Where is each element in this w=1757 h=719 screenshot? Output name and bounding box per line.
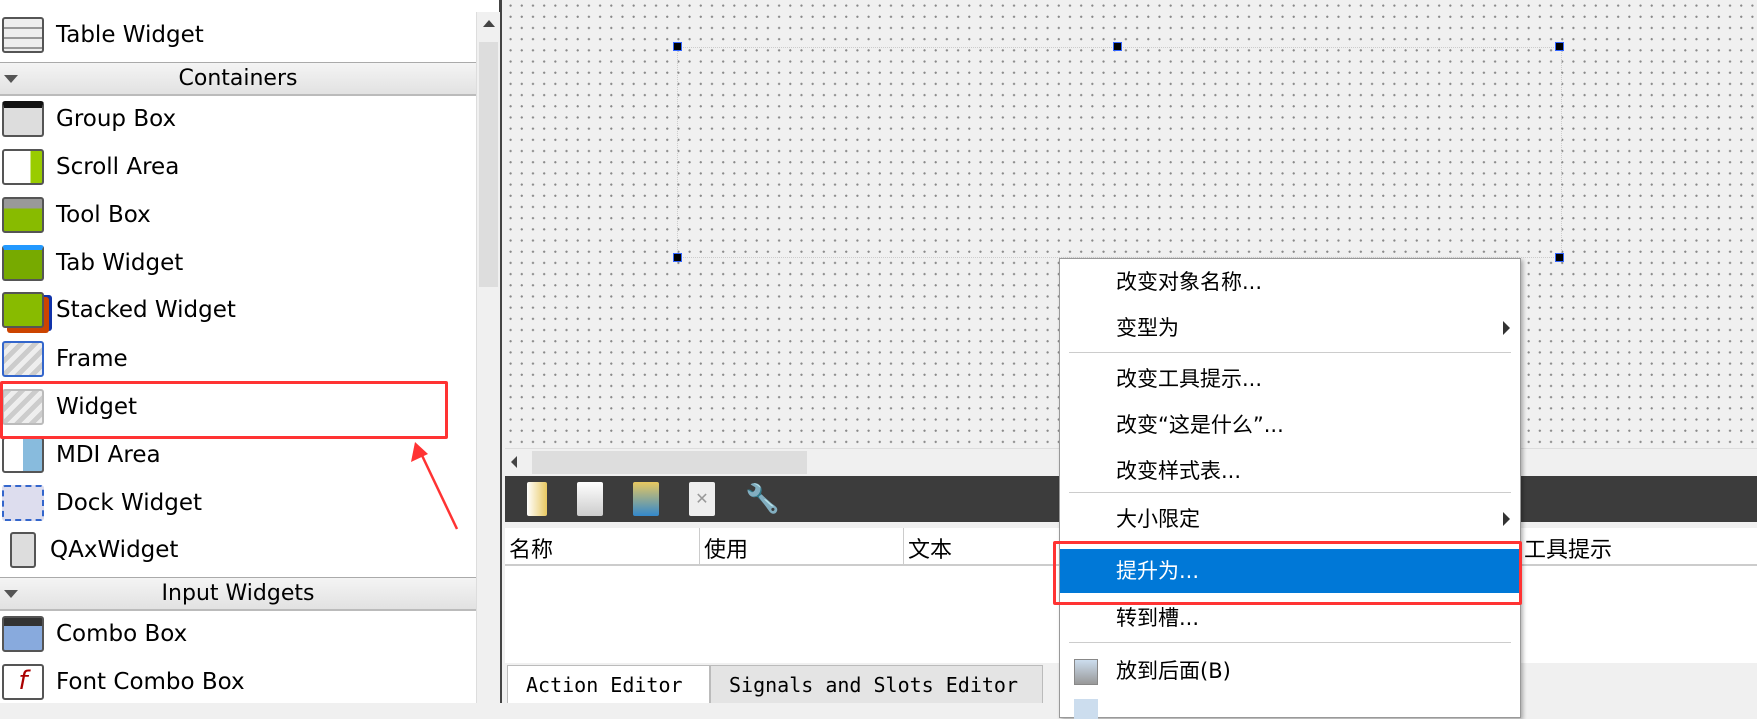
menu-label: 变型为 — [1116, 316, 1179, 340]
annotation-box-promote — [1053, 541, 1522, 605]
widget-box-scrollbar[interactable] — [476, 12, 500, 703]
submenu-arrow-icon — [1503, 512, 1510, 526]
selected-widget[interactable] — [677, 47, 1562, 258]
menu-label: 放到后面(B) — [1116, 659, 1231, 683]
annotation-box-widget — [0, 381, 448, 439]
item-label: QAxWidget — [50, 537, 179, 563]
context-menu: 改变对象名称... 变型为 改变工具提示... 改变“这是什么”... 改变样式… — [1059, 258, 1521, 719]
item-label: Group Box — [56, 106, 177, 132]
menu-item-change-object-name[interactable]: 改变对象名称... — [1060, 260, 1520, 304]
table-widget-icon — [2, 17, 44, 53]
mdi-area-icon — [2, 437, 44, 473]
column-header-tooltip[interactable]: 工具提示 — [1524, 532, 1612, 564]
column-header-name[interactable]: 名称 — [509, 532, 553, 564]
bring-to-front-icon — [1074, 699, 1098, 719]
menu-separator — [1069, 352, 1511, 353]
item-label: Tab Widget — [56, 250, 184, 276]
menu-item-change-stylesheet[interactable]: 改变样式表... — [1060, 449, 1520, 493]
scrollbar-thumb[interactable] — [479, 42, 498, 287]
scroll-up-arrow-icon[interactable] — [483, 20, 495, 27]
delete-action-icon[interactable]: ✕ — [689, 482, 715, 516]
collapse-arrow-icon — [4, 75, 18, 83]
widget-item-combo-box[interactable]: Combo Box — [0, 610, 476, 658]
paste-action-icon[interactable] — [633, 482, 659, 516]
menu-separator — [1069, 642, 1511, 643]
tab-signals-slots-editor[interactable]: Signals and Slots Editor — [710, 665, 1043, 703]
item-label: Font Combo Box — [56, 669, 245, 695]
new-action-icon[interactable] — [527, 482, 547, 516]
widget-box-panel: Table Widget Containers Group Box Scroll… — [0, 0, 502, 703]
scroll-left-arrow-icon[interactable] — [511, 456, 517, 468]
configure-wrench-icon[interactable]: 🔧 — [745, 482, 780, 516]
category-label: Containers — [178, 66, 298, 91]
qaxwidget-icon — [10, 532, 36, 568]
widget-item-scroll-area[interactable]: Scroll Area — [0, 143, 476, 191]
item-label: Tool Box — [56, 202, 151, 228]
widget-item-group-box[interactable]: Group Box — [0, 95, 476, 143]
tab-widget-icon — [2, 245, 44, 281]
widget-item-table-widget[interactable]: Table Widget — [0, 11, 476, 59]
tool-box-icon — [2, 197, 44, 233]
item-label: Frame — [56, 346, 128, 372]
widget-item-font-combo-box[interactable]: f Font Combo Box — [0, 658, 476, 706]
menu-item-send-to-back[interactable]: 放到后面(B) — [1060, 649, 1520, 693]
menu-item-change-whats-this[interactable]: 改变“这是什么”... — [1060, 403, 1520, 447]
menu-label: 大小限定 — [1116, 507, 1200, 531]
column-header-used[interactable]: 使用 — [704, 532, 748, 564]
menu-item-size-constraints[interactable]: 大小限定 — [1060, 497, 1520, 541]
widget-item-stacked-widget[interactable]: Stacked Widget — [0, 286, 476, 334]
scrollbar-thumb[interactable] — [532, 451, 807, 474]
combo-box-icon — [2, 616, 44, 652]
send-to-back-icon — [1074, 659, 1098, 685]
category-containers[interactable]: Containers — [0, 62, 476, 96]
copy-action-icon[interactable] — [577, 482, 603, 516]
stacked-widget-icon — [2, 292, 44, 328]
item-label: Table Widget — [56, 22, 204, 48]
scroll-area-icon — [2, 149, 44, 185]
resize-handle[interactable] — [1555, 42, 1564, 51]
annotation-arrow — [411, 442, 459, 530]
tab-action-editor[interactable]: Action Editor — [507, 665, 710, 703]
widget-item-tab-widget[interactable]: Tab Widget — [0, 239, 476, 287]
column-header-text[interactable]: 文本 — [908, 532, 952, 564]
category-label: Input Widgets — [161, 581, 315, 606]
menu-item-morph-into[interactable]: 变型为 — [1060, 306, 1520, 350]
item-label: Stacked Widget — [56, 297, 236, 323]
item-label: MDI Area — [56, 442, 161, 468]
dock-widget-icon — [2, 485, 44, 521]
collapse-arrow-icon — [4, 590, 18, 598]
category-input-widgets[interactable]: Input Widgets — [0, 577, 476, 611]
item-label: Dock Widget — [56, 490, 203, 516]
item-label: Combo Box — [56, 621, 188, 647]
resize-handle[interactable] — [673, 253, 682, 262]
widget-item-frame[interactable]: Frame — [0, 335, 476, 383]
submenu-arrow-icon — [1503, 321, 1510, 335]
resize-handle[interactable] — [673, 42, 682, 51]
widget-item-tool-box[interactable]: Tool Box — [0, 191, 476, 239]
frame-icon — [2, 341, 44, 377]
item-label: Scroll Area — [56, 154, 180, 180]
resize-handle[interactable] — [1555, 253, 1564, 262]
font-combo-box-icon: f — [2, 664, 44, 700]
menu-separator — [1069, 492, 1511, 493]
resize-handle[interactable] — [1113, 42, 1122, 51]
group-box-icon — [2, 101, 44, 137]
menu-item-change-tooltip[interactable]: 改变工具提示... — [1060, 357, 1520, 401]
